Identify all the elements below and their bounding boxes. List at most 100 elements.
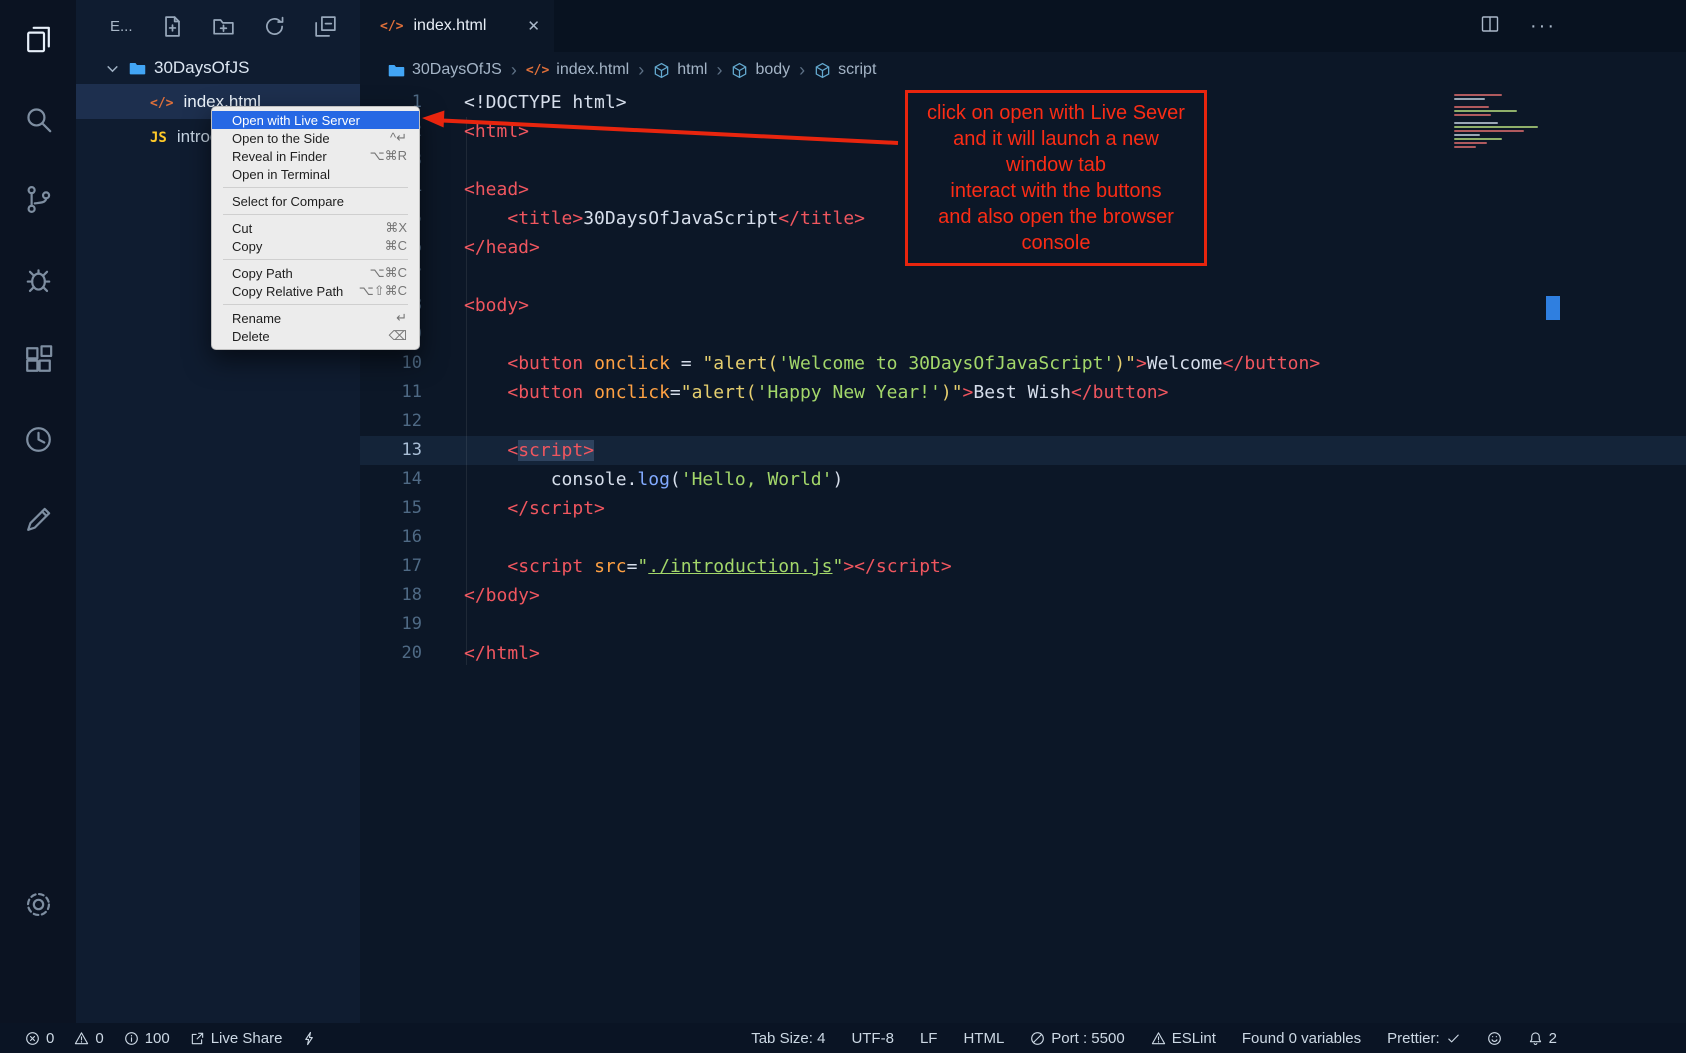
menu-item-copy-path[interactable]: Copy Path⌥⌘C [212, 264, 419, 282]
menu-item-reveal-in-finder[interactable]: Reveal in Finder⌥⌘R [212, 147, 419, 165]
status-right: Tab Size: 4 UTF-8 LF HTML Port : 5500 ESLint F… [751, 1030, 1661, 1047]
menu-item-select-for-compare[interactable]: Select for Compare [212, 192, 419, 210]
code-line[interactable]: 7 [360, 262, 1686, 291]
context-menu: Open with Live ServerOpen to the Side^↵R… [211, 106, 420, 350]
chevron-right-icon: › [716, 60, 722, 81]
status-bar: 0 0 100 Live Share Tab Size: 4 UTF-8 LF HTML Po… [0, 1023, 1686, 1053]
more-actions-icon[interactable]: ··· [1530, 15, 1556, 38]
breadcrumb-item-30daysofjs[interactable]: 30DaysOfJS [388, 61, 502, 79]
html-file-icon: </> [150, 92, 173, 112]
folder-icon [129, 60, 146, 77]
code-line[interactable]: 19 [360, 610, 1686, 639]
menu-separator [223, 187, 408, 188]
search-icon[interactable] [13, 92, 63, 146]
menu-shortcut: ⌥⌘C [370, 265, 407, 281]
extensions-icon[interactable] [13, 332, 63, 386]
menu-item-delete[interactable]: Delete⌫ [212, 327, 419, 345]
breadcrumb-item-script[interactable]: script [814, 61, 876, 79]
menu-item-open-in-terminal[interactable]: Open in Terminal [212, 165, 419, 183]
code-line[interactable]: 11 <button onclick="alert('Happy New Yea… [360, 378, 1686, 407]
menu-item-cut[interactable]: Cut⌘X [212, 219, 419, 237]
code-line[interactable]: 13 <script> [360, 436, 1686, 465]
line-number: 16 [360, 523, 422, 552]
overview-ruler-marker [1546, 296, 1560, 320]
feedback-pen-icon[interactable] [13, 492, 63, 546]
code-line[interactable]: 15 </script> [360, 494, 1686, 523]
code-line[interactable]: 20</html> [360, 639, 1686, 668]
code-line[interactable]: 8<body> [360, 291, 1686, 320]
source-control-icon[interactable] [13, 172, 63, 226]
menu-shortcut: ⌥⌘R [370, 148, 407, 164]
minimap[interactable] [1454, 94, 1542, 148]
status-item-0[interactable]: 0 [74, 1030, 103, 1047]
close-tab-icon[interactable]: ✕ [527, 17, 540, 35]
status-item-lf[interactable]: LF [920, 1030, 938, 1047]
explorer-icon[interactable] [13, 12, 63, 66]
bolt-icon [302, 1031, 317, 1046]
collapse-all-icon[interactable] [314, 15, 337, 38]
status-item-bolt[interactable] [302, 1031, 317, 1046]
info-icon [124, 1031, 139, 1046]
refresh-icon[interactable] [263, 15, 286, 38]
status-item-0[interactable]: 0 [25, 1030, 54, 1047]
code-line[interactable]: 18</body> [360, 581, 1686, 610]
status-item-utf-8[interactable]: UTF-8 [851, 1030, 894, 1047]
circle-slash-icon [1030, 1031, 1045, 1046]
breadcrumb-item-html[interactable]: html [653, 61, 707, 79]
new-folder-icon[interactable] [212, 15, 235, 38]
error-icon [25, 1031, 40, 1046]
line-number: 20 [360, 639, 422, 668]
status-item-eslint[interactable]: ESLint [1151, 1030, 1216, 1047]
run-debug-icon[interactable] [13, 252, 63, 306]
cube-icon [731, 62, 748, 79]
line-number: 19 [360, 610, 422, 639]
breadcrumb-item-body[interactable]: body [731, 61, 790, 79]
js-file-icon: JS [150, 127, 167, 147]
menu-separator [223, 304, 408, 305]
annotation-line: window tab [912, 152, 1200, 178]
explorer-actions [133, 15, 337, 38]
code-line[interactable]: 9 [360, 320, 1686, 349]
new-file-icon[interactable] [161, 15, 184, 38]
chevron-down-icon [104, 60, 121, 77]
code-line[interactable]: 14 console.log('Hello, World') [360, 465, 1686, 494]
status-item-prettier[interactable]: Prettier: [1387, 1030, 1461, 1047]
warning-icon [74, 1031, 89, 1046]
annotation-line: console [912, 230, 1200, 256]
status-item-html[interactable]: HTML [963, 1030, 1004, 1047]
menu-shortcut: ⌥⇧⌘C [359, 283, 407, 299]
menu-item-copy-relative-path[interactable]: Copy Relative Path⌥⇧⌘C [212, 282, 419, 300]
line-number: 11 [360, 378, 422, 407]
warning-icon [1151, 1031, 1166, 1046]
menu-shortcut: ⌘X [385, 220, 407, 236]
status-item-port-5500[interactable]: Port : 5500 [1030, 1030, 1124, 1047]
tab-bar: </> index.html ✕ ··· [360, 0, 1686, 52]
tab-index-html[interactable]: </> index.html ✕ [360, 0, 554, 52]
cube-icon [814, 62, 831, 79]
breadcrumb-item-index-html[interactable]: </>index.html [526, 61, 629, 79]
html-file-icon: </> [380, 19, 403, 34]
status-item-tab-size-4[interactable]: Tab Size: 4 [751, 1030, 825, 1047]
annotation-line: click on open with Live Sever [912, 100, 1200, 126]
folder-row-30daysofjs[interactable]: 30DaysOfJS [76, 52, 360, 84]
chevron-right-icon: › [799, 60, 805, 81]
code-line[interactable]: 12 [360, 407, 1686, 436]
menu-item-open-to-the-side[interactable]: Open to the Side^↵ [212, 129, 419, 147]
history-icon[interactable] [13, 412, 63, 466]
menu-separator [223, 259, 408, 260]
split-editor-icon[interactable] [1480, 14, 1500, 39]
menu-item-copy[interactable]: Copy⌘C [212, 237, 419, 255]
status-item-found-0-variables[interactable]: Found 0 variables [1242, 1030, 1361, 1047]
code-line[interactable]: 16 [360, 523, 1686, 552]
menu-item-rename[interactable]: Rename↵ [212, 309, 419, 327]
annotation-line: interact with the buttons [912, 178, 1200, 204]
code-line[interactable]: 17 <script src="./introduction.js"></scr… [360, 552, 1686, 581]
status-item-live-share[interactable]: Live Share [190, 1030, 283, 1047]
code-line[interactable]: 10 <button onclick = "alert('Welcome to … [360, 349, 1686, 378]
menu-shortcut: ⌫ [389, 328, 407, 344]
status-item-2[interactable]: 2 [1528, 1030, 1557, 1047]
settings-gear-icon[interactable] [13, 877, 63, 931]
status-item-smiley[interactable] [1487, 1031, 1502, 1046]
menu-item-open-with-live-server[interactable]: Open with Live Server [212, 111, 419, 129]
status-item-100[interactable]: 100 [124, 1030, 170, 1047]
